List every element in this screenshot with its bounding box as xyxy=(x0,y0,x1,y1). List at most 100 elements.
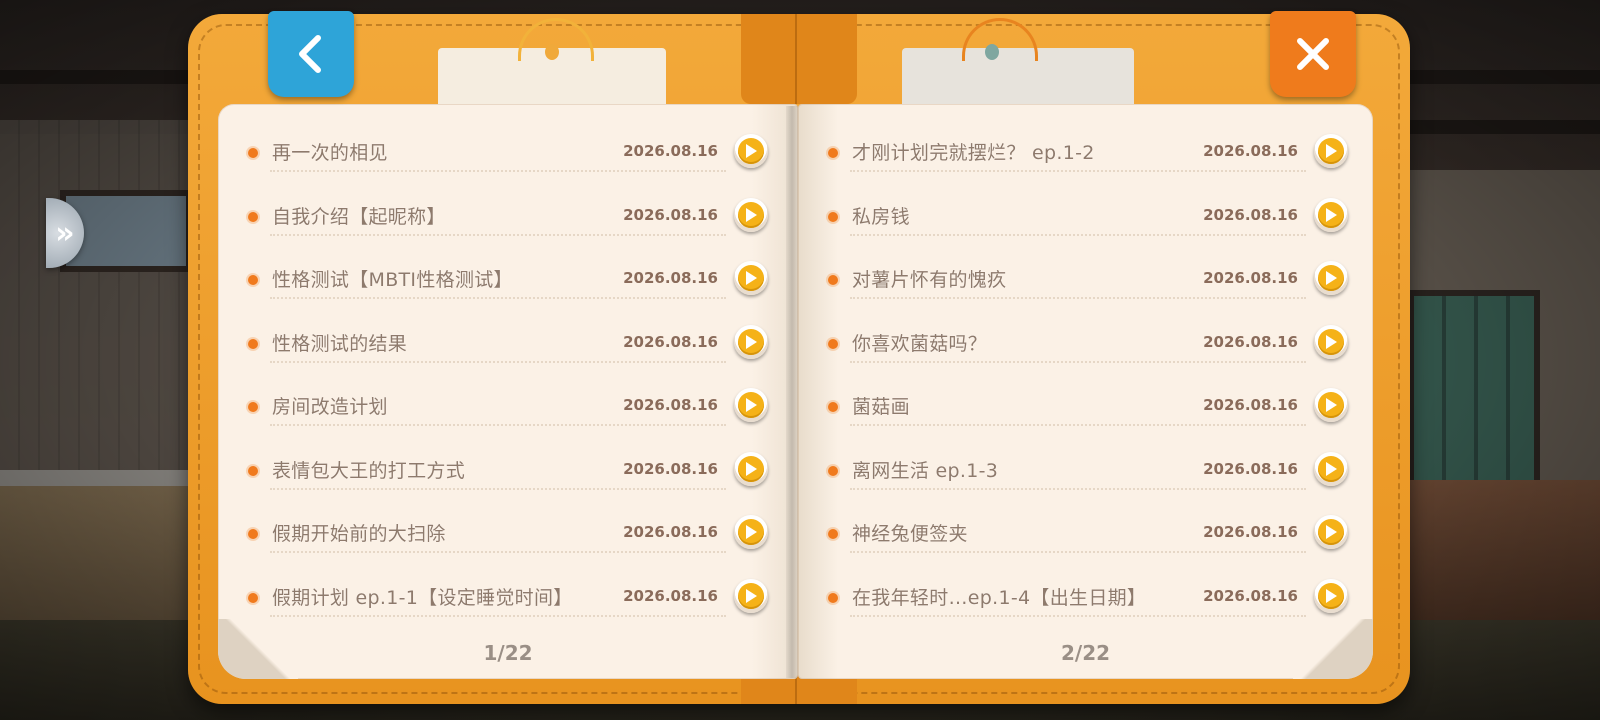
double-chevron-right-icon: » xyxy=(55,215,75,251)
list-item[interactable]: 自我介绍【起昵称】 2026.08.16 xyxy=(248,184,768,248)
list-item[interactable]: 你喜欢菌菇吗？ 2026.08.16 xyxy=(828,311,1348,375)
play-button[interactable] xyxy=(734,515,768,549)
entry-date: 2026.08.16 xyxy=(623,269,718,287)
play-icon xyxy=(746,398,757,412)
list-item[interactable]: 对薯片怀有的愧疚 2026.08.16 xyxy=(828,247,1348,311)
list-item[interactable]: 才刚计划完就摆烂？ ep.1-2 2026.08.16 xyxy=(828,120,1348,184)
bullet-icon xyxy=(828,465,838,476)
play-button[interactable] xyxy=(734,451,768,486)
close-button[interactable] xyxy=(1270,11,1356,97)
chevron-left-icon xyxy=(299,35,321,73)
divider xyxy=(850,360,1306,363)
entry-title: 在我年轻时…ep.1-4【出生日期】 xyxy=(852,586,1147,609)
bullet-icon xyxy=(248,592,258,603)
play-button[interactable] xyxy=(1314,388,1348,422)
bullet-icon xyxy=(828,592,838,603)
list-item[interactable]: 神经兔便签夹 2026.08.16 xyxy=(828,501,1348,565)
entry-title: 对薯片怀有的愧疚 xyxy=(852,269,1007,291)
bullet-icon xyxy=(828,529,838,539)
divider xyxy=(850,487,1306,490)
play-button[interactable] xyxy=(1314,261,1348,295)
entry-title: 你喜欢菌菇吗？ xyxy=(852,332,988,355)
entry-date: 2026.08.16 xyxy=(1203,459,1298,478)
entry-date: 2026.08.16 xyxy=(623,459,718,478)
entry-date: 2026.08.16 xyxy=(1203,205,1298,224)
play-icon xyxy=(746,588,757,603)
play-icon xyxy=(746,334,757,349)
bullet-icon xyxy=(248,148,258,158)
list-item[interactable]: 在我年轻时…ep.1-4【出生日期】 2026.08.16 xyxy=(828,565,1348,629)
list-item[interactable]: 表情包大王的打工方式 2026.08.16 xyxy=(248,438,768,502)
divider xyxy=(270,614,726,617)
entry-title: 离网生活 ep.1-3 xyxy=(852,459,999,482)
play-icon xyxy=(746,144,757,158)
play-button[interactable] xyxy=(734,578,768,613)
bullet-icon xyxy=(248,529,258,539)
left-page: 再一次的相见 2026.08.16 自我介绍【起昵称】 2026.08.16 性… xyxy=(218,104,798,679)
bullet-icon xyxy=(248,275,258,285)
right-page: 才刚计划完就摆烂？ ep.1-2 2026.08.16 私房钱 2026.08.… xyxy=(798,104,1373,679)
entry-title: 神经兔便签夹 xyxy=(852,523,968,545)
play-button[interactable] xyxy=(1314,324,1348,359)
back-button[interactable] xyxy=(268,11,354,97)
divider xyxy=(270,360,726,363)
divider xyxy=(270,487,726,490)
play-icon xyxy=(1326,334,1337,349)
play-button[interactable] xyxy=(734,324,768,359)
play-button[interactable] xyxy=(1314,578,1348,613)
diary-book: 再一次的相见 2026.08.16 自我介绍【起昵称】 2026.08.16 性… xyxy=(188,14,1410,704)
bullet-icon xyxy=(248,338,258,349)
play-button[interactable] xyxy=(734,261,768,295)
play-icon xyxy=(1326,271,1337,285)
bullet-icon xyxy=(248,402,258,412)
entry-date: 2026.08.16 xyxy=(623,205,718,224)
list-item[interactable]: 假期计划 ep.1-1【设定睡觉时间】 2026.08.16 xyxy=(248,565,768,629)
list-item[interactable]: 私房钱 2026.08.16 xyxy=(828,184,1348,248)
entry-date: 2026.08.16 xyxy=(623,396,718,414)
play-button[interactable] xyxy=(1314,451,1348,486)
play-button[interactable] xyxy=(734,134,768,168)
entry-list-right: 才刚计划完就摆烂？ ep.1-2 2026.08.16 私房钱 2026.08.… xyxy=(828,120,1348,628)
entry-title: 才刚计划完就摆烂？ ep.1-2 xyxy=(852,142,1095,164)
page-curl[interactable] xyxy=(1293,619,1373,679)
entry-title: 再一次的相见 xyxy=(272,142,388,164)
divider xyxy=(850,614,1306,617)
play-icon xyxy=(1326,461,1337,476)
tag-pin xyxy=(545,44,559,60)
play-button[interactable] xyxy=(1314,197,1348,232)
entry-title: 假期开始前的大扫除 xyxy=(272,523,446,545)
divider xyxy=(270,551,726,553)
entry-date: 2026.08.16 xyxy=(1203,332,1298,351)
entry-date: 2026.08.16 xyxy=(623,586,718,605)
play-button[interactable] xyxy=(1314,134,1348,168)
divider xyxy=(270,170,726,172)
entry-date: 2026.08.16 xyxy=(1203,586,1298,605)
entry-title: 假期计划 ep.1-1【设定睡觉时间】 xyxy=(272,586,573,609)
bullet-icon xyxy=(828,338,838,349)
list-item[interactable]: 性格测试【MBTI性格测试】 2026.08.16 xyxy=(248,247,768,311)
bullet-icon xyxy=(828,402,838,412)
entry-title: 性格测试的结果 xyxy=(272,332,408,355)
entry-date: 2026.08.16 xyxy=(1203,396,1298,414)
play-button[interactable] xyxy=(734,197,768,232)
list-item[interactable]: 房间改造计划 2026.08.16 xyxy=(248,374,768,438)
divider xyxy=(850,170,1306,172)
divider xyxy=(270,233,726,236)
list-item[interactable]: 假期开始前的大扫除 2026.08.16 xyxy=(248,501,768,565)
play-button[interactable] xyxy=(1314,515,1348,549)
divider xyxy=(850,424,1306,426)
list-item[interactable]: 再一次的相见 2026.08.16 xyxy=(248,120,768,184)
bullet-icon xyxy=(248,465,258,476)
list-item[interactable]: 性格测试的结果 2026.08.16 xyxy=(248,311,768,375)
play-icon xyxy=(1326,398,1337,412)
entry-title: 私房钱 xyxy=(852,205,910,228)
list-item[interactable]: 离网生活 ep.1-3 2026.08.16 xyxy=(828,438,1348,502)
bullet-icon xyxy=(828,211,838,222)
divider xyxy=(270,424,726,426)
bullet-icon xyxy=(828,148,838,158)
entry-date: 2026.08.16 xyxy=(1203,142,1298,160)
list-item[interactable]: 菌菇画 2026.08.16 xyxy=(828,374,1348,438)
play-button[interactable] xyxy=(734,388,768,422)
play-icon xyxy=(746,461,757,476)
page-curl[interactable] xyxy=(218,619,298,679)
